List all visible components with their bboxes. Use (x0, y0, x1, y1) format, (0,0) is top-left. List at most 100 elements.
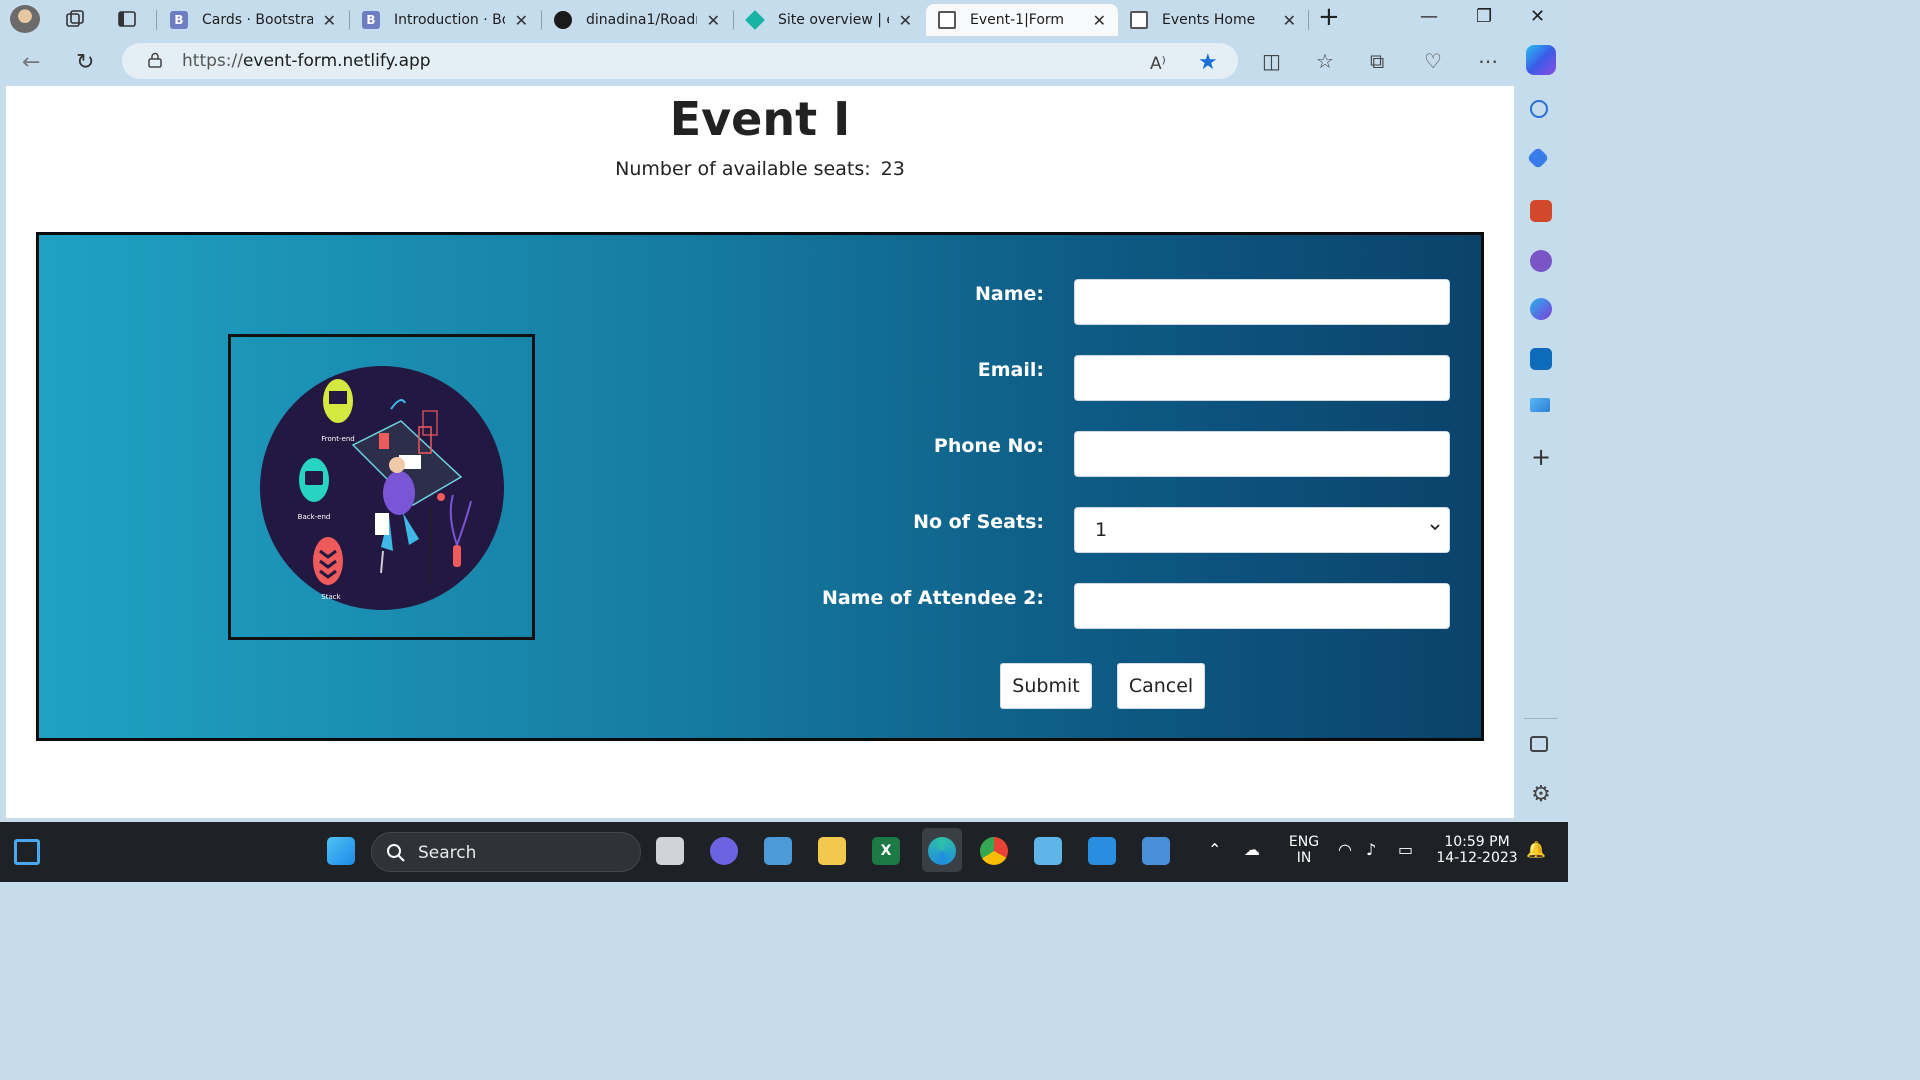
bootstrap-icon: B (362, 11, 380, 29)
outlook-icon[interactable] (1530, 348, 1552, 370)
new-tab-icon[interactable]: + (1318, 2, 1340, 32)
tab-netlify-site-overview[interactable]: Site overview | ev ✕ (734, 4, 924, 36)
favorite-star-icon[interactable]: ★ (1198, 50, 1218, 75)
show-hidden-icons-chevron-icon[interactable]: ⌃ (1208, 840, 1221, 859)
email-label: Email: (977, 359, 1044, 381)
phone-input[interactable] (1074, 431, 1450, 477)
refresh-icon[interactable]: ↻ (76, 50, 94, 75)
send-icon[interactable] (1530, 398, 1550, 412)
stack-label: Stack (321, 593, 341, 601)
bootstrap-icon: B (170, 11, 188, 29)
tab-github-roadmap[interactable]: dinadina1/Roadn ✕ (542, 4, 732, 36)
back-icon[interactable]: ← (22, 50, 40, 75)
split-screen-icon[interactable]: ◫ (1262, 49, 1281, 73)
notepad-icon[interactable] (1034, 837, 1062, 865)
excel-icon[interactable]: X (872, 837, 900, 865)
tab-event-form[interactable]: Event-1|Form ✕ (926, 4, 1118, 36)
close-tab-icon[interactable]: ✕ (1283, 11, 1296, 30)
tools-icon[interactable] (1530, 200, 1552, 222)
file-explorer-icon[interactable] (818, 837, 846, 865)
restore-icon[interactable]: ❐ (1476, 6, 1492, 27)
name-input[interactable] (1074, 279, 1450, 325)
seats-label: Number of available seats: (615, 158, 871, 180)
lock-icon[interactable] (148, 52, 162, 68)
browser-essentials-icon[interactable]: ♡ (1424, 49, 1442, 73)
tab-title: Introduction · Bo (394, 12, 505, 28)
url-text: https://event-form.netlify.app (182, 51, 431, 71)
task-view-icon[interactable] (656, 837, 684, 865)
onedrive-icon[interactable]: ☁ (1244, 840, 1260, 859)
tab-actions-icon[interactable] (116, 8, 138, 30)
close-tab-icon[interactable]: ✕ (1093, 11, 1106, 30)
volume-icon[interactable]: ♪ (1366, 840, 1376, 859)
search-icon (387, 844, 405, 862)
sidebar-toggle-icon[interactable] (1530, 736, 1548, 752)
close-tab-icon[interactable]: ✕ (899, 11, 912, 30)
submit-button[interactable]: Submit (1000, 663, 1092, 709)
notifications-bell-icon[interactable]: 🔔 (1526, 840, 1546, 859)
favorites-icon[interactable]: ☆ (1316, 49, 1334, 73)
cancel-button[interactable]: Cancel (1117, 663, 1205, 709)
tab-title: Cards · Bootstrap (202, 12, 313, 28)
attendee2-input[interactable] (1074, 583, 1450, 629)
edge-sidebar: + ⚙ (1514, 86, 1568, 822)
taskbar-search[interactable]: Search (371, 832, 641, 872)
photos-icon[interactable] (1142, 837, 1170, 865)
tab-title: Site overview | ev (778, 12, 889, 28)
close-tab-icon[interactable]: ✕ (323, 11, 336, 30)
browser-tab-bar: B Cards · Bootstrap ✕ B Introduction · B… (0, 0, 1568, 38)
attendee2-label: Name of Attendee 2: (821, 587, 1044, 609)
seats-select[interactable]: 1 (1074, 507, 1450, 553)
netlify-icon (745, 10, 765, 30)
seats-count: 23 (880, 158, 905, 180)
language-indicator[interactable]: ENG IN (1284, 834, 1324, 866)
add-icon[interactable]: + (1530, 445, 1552, 469)
clock-time: 10:59 PM (1444, 834, 1510, 850)
close-tab-icon[interactable]: ✕ (707, 11, 720, 30)
lang-code: ENG (1288, 834, 1320, 850)
tab-events-home[interactable]: Events Home ✕ (1118, 4, 1308, 36)
copilot-icon[interactable] (1526, 45, 1556, 75)
settings-gear-icon[interactable]: ⚙ (1530, 784, 1552, 806)
battery-icon[interactable]: ▭ (1398, 840, 1413, 859)
page-viewport: Event I Number of available seats: 23 Fr… (6, 86, 1514, 818)
start-windows-icon[interactable] (327, 837, 355, 865)
windows-taskbar: Search X ⌃ ☁ ENG IN ◠ ♪ ▭ 10:59 PM 14-12… (0, 822, 1568, 882)
tab-title: Events Home (1162, 12, 1256, 28)
developer-illustration: Front-end Back-end Stack (260, 366, 504, 610)
backend-label: Back-end (298, 513, 331, 521)
tab-introduction-bootstrap[interactable]: B Introduction · Bo ✕ (350, 4, 540, 36)
address-bar[interactable]: https://event-form.netlify.app A⁾ ★ (122, 43, 1238, 79)
email-input[interactable] (1074, 355, 1450, 401)
search-icon[interactable] (1530, 100, 1548, 118)
lang-region: IN (1296, 850, 1312, 866)
chrome-icon[interactable] (980, 837, 1008, 865)
widgets-icon[interactable] (14, 839, 40, 865)
name-label: Name: (974, 283, 1044, 305)
url-host: event-form.netlify.app (242, 51, 431, 71)
phone-row: Phone No: (639, 431, 1451, 479)
attendee2-row: Name of Attendee 2: (639, 583, 1451, 631)
page-title: Event I (669, 92, 851, 146)
teams-chat-icon[interactable] (710, 837, 738, 865)
touch-keyboard-icon[interactable] (764, 837, 792, 865)
close-tab-icon[interactable]: ✕ (515, 11, 528, 30)
tab-cards-bootstrap[interactable]: B Cards · Bootstrap ✕ (158, 4, 348, 36)
microsoft365-icon[interactable] (1530, 298, 1552, 320)
collections-icon[interactable]: ⧉ (1370, 49, 1384, 73)
phone-label: Phone No: (933, 435, 1044, 457)
minimize-icon[interactable]: — (1420, 6, 1438, 27)
vscode-icon[interactable] (1088, 837, 1116, 865)
games-icon[interactable] (1530, 250, 1552, 272)
clock[interactable]: 10:59 PM 14-12-2023 (1432, 834, 1522, 866)
more-options-icon[interactable]: ⋯ (1478, 49, 1498, 73)
profile-avatar[interactable] (10, 5, 40, 33)
workspaces-icon[interactable] (64, 8, 86, 30)
edge-icon[interactable] (928, 837, 956, 865)
email-row: Email: (639, 355, 1451, 403)
tab-title: Event-1|Form (970, 12, 1065, 28)
read-aloud-icon[interactable]: A⁾ (1150, 54, 1166, 74)
shopping-tag-icon[interactable] (1526, 146, 1550, 170)
wifi-icon[interactable]: ◠ (1338, 840, 1352, 859)
close-window-icon[interactable]: ✕ (1530, 6, 1545, 27)
